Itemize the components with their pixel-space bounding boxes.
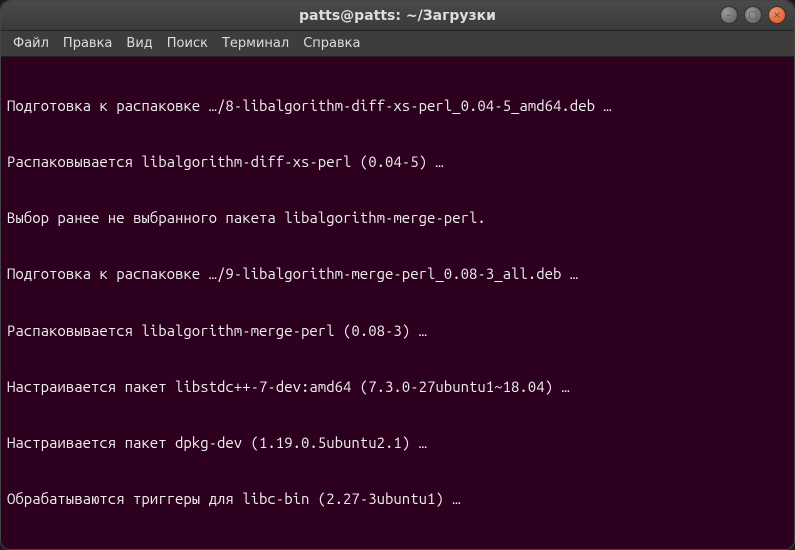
terminal-output-line: Подготовка к распаковке …/9-libalgorithm… <box>7 265 788 284</box>
window-controls: – □ × <box>720 6 786 24</box>
menubar: Файл Правка Вид Поиск Терминал Справка <box>1 31 794 57</box>
terminal-area[interactable]: Подготовка к распаковке …/8-libalgorithm… <box>1 57 794 549</box>
menu-edit[interactable]: Правка <box>63 36 112 51</box>
menu-help[interactable]: Справка <box>303 36 360 51</box>
titlebar[interactable]: patts@patts: ~/Загрузки – □ × <box>1 1 794 31</box>
menu-file[interactable]: Файл <box>13 36 49 51</box>
minimize-button[interactable]: – <box>720 6 738 24</box>
terminal-output-line: Выбор ранее не выбранного пакета libalgo… <box>7 209 788 228</box>
terminal-output-line: Настраивается пакет libstdc++-7-dev:amd6… <box>7 378 788 397</box>
terminal-output-line: Обрабатываются триггеры для libc-bin (2.… <box>7 490 788 509</box>
terminal-output-line: Распаковывается libalgorithm-merge-perl … <box>7 322 788 341</box>
terminal-output-line: Подготовка к распаковке …/8-libalgorithm… <box>7 97 788 116</box>
window-title: patts@patts: ~/Загрузки <box>299 8 496 24</box>
menu-view[interactable]: Вид <box>126 36 152 51</box>
menu-search[interactable]: Поиск <box>167 36 208 51</box>
close-button[interactable]: × <box>768 6 786 24</box>
terminal-output-line: Настраивается пакет libfakeroot:amd64 (1… <box>7 547 788 550</box>
maximize-button[interactable]: □ <box>744 6 762 24</box>
terminal-output-line: Распаковывается libalgorithm-diff-xs-per… <box>7 153 788 172</box>
terminal-output-line: Настраивается пакет dpkg-dev (1.19.0.5ub… <box>7 434 788 453</box>
menu-terminal[interactable]: Терминал <box>222 36 289 51</box>
terminal-window: patts@patts: ~/Загрузки – □ × Файл Правк… <box>0 0 795 550</box>
